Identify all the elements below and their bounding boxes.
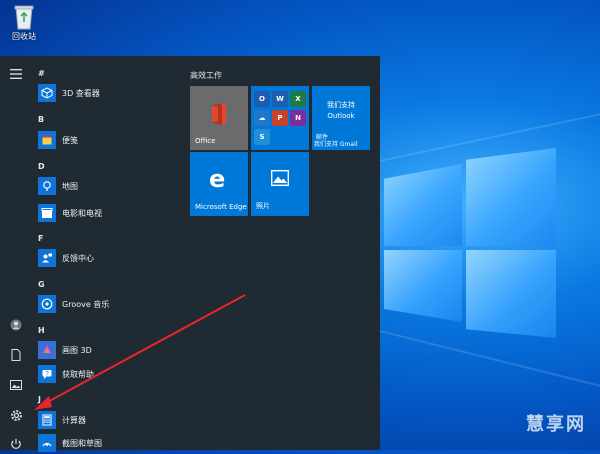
annotation-arrow: [34, 294, 246, 410]
watermark: 慧享网: [526, 414, 586, 435]
